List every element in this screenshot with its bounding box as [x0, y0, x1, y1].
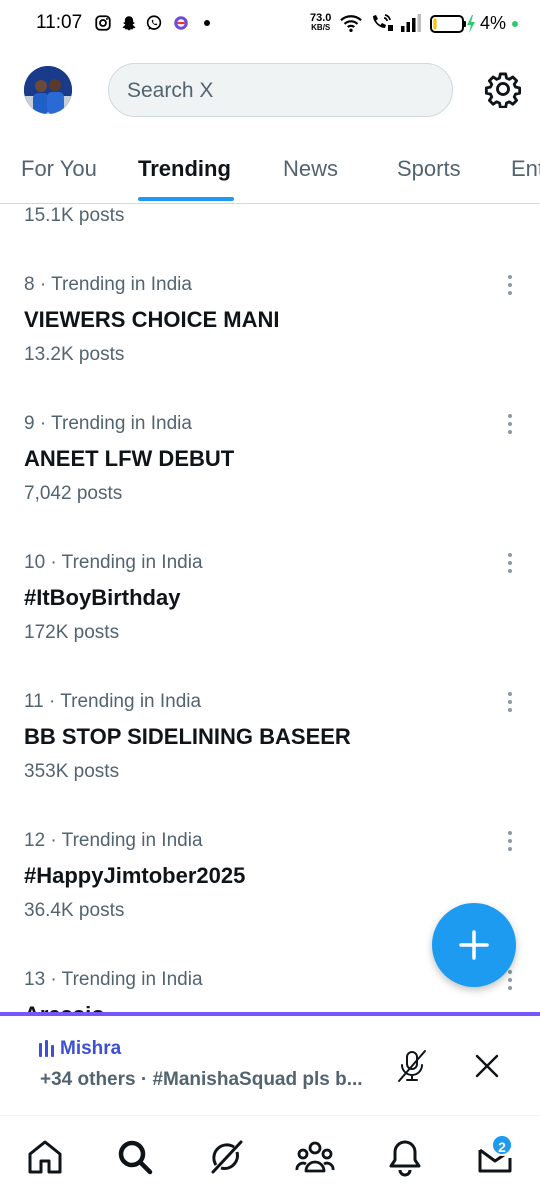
trend-title: BB STOP SIDELINING BASEER [24, 724, 351, 749]
status-bar: 11:07 73.0 KB/S 4% [0, 0, 540, 50]
tab-trending[interactable]: Trending [138, 156, 231, 182]
explore-tabs: For You Trending News Sports Ent [0, 140, 540, 204]
trend-meta: 10 · Trending in India [24, 552, 203, 573]
trend-meta: 12 · Trending in India [24, 830, 203, 851]
trend-post-count: 13.2K posts [24, 344, 125, 365]
more-options-icon[interactable] [500, 691, 520, 713]
trend-item[interactable]: 8 · Trending in India VIEWERS CHOICE MAN… [0, 274, 540, 413]
more-notifications-dot [204, 20, 210, 26]
tab-news[interactable]: News [283, 156, 338, 182]
more-options-icon[interactable] [500, 552, 520, 574]
trend-post-count: 36.4K posts [24, 900, 125, 921]
trend-post-count: 353K posts [24, 761, 120, 782]
trend-title: ANEET LFW DEBUT [24, 446, 235, 471]
trend-item[interactable]: 9 · Trending in India ANEET LFW DEBUT 7,… [0, 413, 540, 552]
compose-post-button[interactable] [432, 903, 516, 987]
volte-call-icon [373, 14, 393, 31]
tab-entertainment[interactable]: Ent [511, 156, 540, 182]
home-icon[interactable] [25, 1137, 65, 1177]
status-time: 11:07 [36, 12, 83, 33]
trending-list: 15.1K posts 8 · Trending in India VIEWER… [0, 205, 540, 1013]
trend-title: #HappyJimtober2025 [24, 863, 246, 888]
plus-icon [459, 930, 489, 960]
space-subtitle: +34 others · #ManishaSquad pls b... [40, 1069, 363, 1090]
profile-avatar[interactable] [24, 66, 72, 114]
instagram-icon [95, 15, 111, 31]
grok-icon[interactable] [206, 1137, 246, 1177]
notifications-bell-icon[interactable] [385, 1137, 425, 1177]
trend-title: #ItBoyBirthday [24, 585, 181, 610]
more-options-icon[interactable] [500, 413, 520, 435]
network-speed: 73.0 KB/S [310, 12, 332, 33]
trend-item[interactable]: 11 · Trending in India BB STOP SIDELININ… [0, 691, 540, 830]
trend-meta: 13 · Trending in India [24, 969, 203, 990]
trend-meta: 8 · Trending in India [24, 274, 192, 295]
privacy-indicator [512, 21, 518, 27]
active-tab-indicator [138, 197, 234, 201]
more-options-icon[interactable] [500, 274, 520, 296]
tab-sports[interactable]: Sports [397, 156, 461, 182]
close-icon[interactable] [474, 1053, 500, 1079]
whatsapp-icon [146, 15, 162, 30]
avatar-image [24, 66, 72, 114]
search-icon[interactable] [115, 1137, 155, 1177]
trend-title: VIEWERS CHOICE MANI [24, 307, 280, 332]
more-options-icon[interactable] [500, 830, 520, 852]
search-input[interactable] [127, 76, 427, 106]
trend-post-count: 15.1K posts [24, 205, 125, 226]
spaces-dock[interactable]: Mishra +34 others · #ManishaSquad pls b.… [0, 1012, 540, 1116]
app-icon [174, 16, 188, 30]
settings-gear-icon[interactable] [484, 70, 522, 108]
battery-icon [430, 15, 475, 33]
trend-meta: 11 · Trending in India [24, 691, 202, 712]
communities-icon[interactable] [295, 1137, 335, 1177]
trend-post-count: 7,042 posts [24, 483, 123, 504]
bottom-navigation: 2 [0, 1117, 540, 1200]
battery-percent: 4% [480, 13, 507, 33]
signal-icon [401, 14, 421, 32]
trend-item[interactable]: 10 · Trending in India #ItBoyBirthday 17… [0, 552, 540, 691]
audio-bars-icon [39, 1040, 54, 1057]
mic-off-icon[interactable] [394, 1048, 430, 1084]
search-bar[interactable] [108, 63, 453, 117]
wifi-icon [340, 15, 362, 32]
space-host-name: Mishra [60, 1038, 122, 1059]
messages-badge: 2 [491, 1134, 513, 1156]
trend-post-count: 172K posts [24, 622, 120, 643]
snapchat-icon [122, 16, 136, 31]
tab-for-you[interactable]: For You [21, 156, 97, 182]
trend-meta: 9 · Trending in India [24, 413, 192, 434]
